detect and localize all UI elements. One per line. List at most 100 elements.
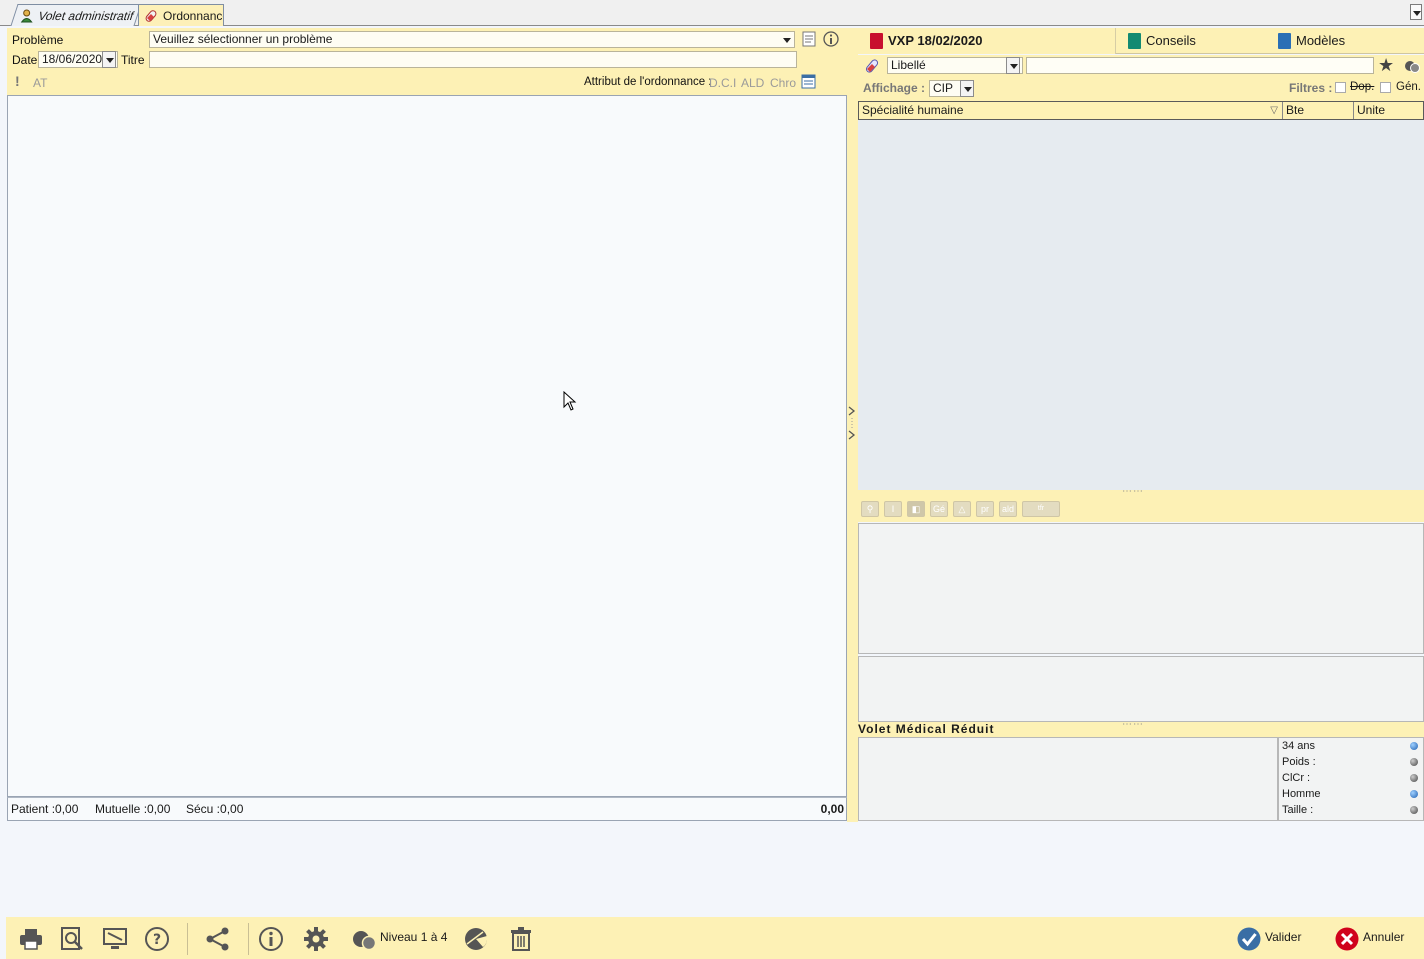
share-icon[interactable] bbox=[205, 926, 231, 952]
results-splitter[interactable]: ⋯⋯ bbox=[858, 486, 1424, 498]
probleme-dropdown-button[interactable] bbox=[780, 32, 794, 47]
pill-icon bbox=[145, 10, 157, 22]
vmr-header: Volet Médical Réduit ⋯⋯ bbox=[858, 719, 1424, 737]
filtre-gen-checkbox[interactable] bbox=[1380, 82, 1391, 93]
bottom-toolbar: ? Niveau 1 à 4 Valider Annuler bbox=[6, 917, 1424, 959]
results-grid-header: Spécialité humaine ▽ Bte Unite bbox=[858, 101, 1424, 120]
probleme-label: Problème bbox=[12, 33, 64, 47]
ordonnance-panel: Problème Veuillez sélectionner un problè… bbox=[7, 28, 847, 822]
patient-total: Patient :0,00 bbox=[11, 802, 79, 816]
patient-taille: Taille : bbox=[1282, 804, 1314, 816]
tab-modeles[interactable]: Modèles bbox=[1266, 28, 1424, 54]
toolbar-separator bbox=[187, 923, 188, 955]
svg-text:?: ? bbox=[153, 932, 161, 948]
niveau-button-label[interactable]: Niveau 1 à 4 bbox=[380, 930, 447, 944]
tab-conseils[interactable]: Conseils bbox=[1116, 28, 1266, 54]
red-book-icon bbox=[870, 33, 883, 49]
favorite-star-icon[interactable]: ★ bbox=[1378, 55, 1394, 76]
affichage-label: Affichage : bbox=[863, 81, 926, 95]
info-icon[interactable] bbox=[258, 926, 284, 952]
collapse-arrows-icon[interactable] bbox=[848, 406, 856, 440]
tab-vxp-label: VXP 18/02/2020 bbox=[888, 33, 983, 48]
status-dot-icon bbox=[1410, 790, 1418, 798]
pills-level-icon[interactable] bbox=[351, 926, 377, 952]
attribut-dci-toggle[interactable]: D.C.I bbox=[709, 76, 736, 90]
patient-info: 34 ans Poids : ClCr : Homme Taille : bbox=[1278, 737, 1424, 821]
filtres-label: Filtres : bbox=[1289, 81, 1333, 95]
tab-conseils-label: Conseils bbox=[1146, 33, 1196, 48]
vmr-title: Volet Médical Réduit bbox=[858, 722, 995, 736]
titre-label: Titre bbox=[121, 53, 145, 67]
column-specialite[interactable]: Spécialité humaine ▽ bbox=[859, 102, 1283, 119]
attribut-label: Attribut de l'ordonnance : bbox=[584, 76, 712, 88]
tab-vxp[interactable]: VXP 18/02/2020 bbox=[858, 28, 1116, 54]
patient-taille-row: Taille : bbox=[1282, 802, 1418, 818]
attribut-ald-toggle[interactable]: ALD bbox=[741, 76, 764, 90]
search-input[interactable] bbox=[1026, 57, 1374, 74]
tab-ordonnance[interactable]: Ordonnance bbox=[138, 4, 224, 26]
pills-bottle-icon[interactable] bbox=[1403, 57, 1421, 75]
trash-icon[interactable] bbox=[508, 926, 534, 952]
affichage-dropdown-button[interactable] bbox=[960, 80, 974, 97]
column-bte[interactable]: Bte bbox=[1283, 102, 1354, 119]
drug-notes-box bbox=[858, 656, 1424, 722]
grip-icon: ⋯⋯ bbox=[1122, 719, 1144, 730]
filtre-dop-checkbox[interactable] bbox=[1335, 82, 1346, 93]
vmr-content bbox=[858, 737, 1278, 821]
generic-icon[interactable]: Gé bbox=[930, 501, 948, 517]
search-mode-dropdown-button[interactable] bbox=[1006, 57, 1020, 74]
date-picker-button[interactable] bbox=[102, 51, 116, 68]
patient-poids: Poids : bbox=[1282, 756, 1316, 768]
info-icon[interactable] bbox=[823, 31, 839, 47]
annuler-close-icon[interactable] bbox=[1334, 926, 1360, 952]
patient-clcr-row: ClCr : bbox=[1282, 770, 1418, 786]
help-icon[interactable]: ? bbox=[144, 926, 170, 952]
screen-icon[interactable] bbox=[102, 926, 128, 952]
at-toggle[interactable]: AT bbox=[33, 76, 47, 90]
tab-volet-administratif-label: Volet administratif bbox=[36, 9, 136, 23]
attribut-settings-icon[interactable] bbox=[801, 74, 816, 89]
tab-ordonnance-label: Ordonnance bbox=[163, 9, 224, 23]
tab-list-dropdown-button[interactable] bbox=[1410, 4, 1422, 20]
toolbar-separator bbox=[248, 923, 249, 955]
annuler-button[interactable]: Annuler bbox=[1363, 930, 1404, 944]
patient-age-row: 34 ans bbox=[1282, 738, 1418, 754]
list-icon[interactable] bbox=[802, 31, 816, 47]
right-tab-bar: VXP 18/02/2020 Conseils Modèles bbox=[858, 28, 1424, 54]
valider-button[interactable]: Valider bbox=[1265, 930, 1301, 944]
valider-check-icon[interactable] bbox=[1236, 926, 1262, 952]
patient-poids-row: Poids : bbox=[1282, 754, 1418, 770]
column-unite[interactable]: Unite bbox=[1354, 102, 1423, 119]
ald-icon[interactable]: ald bbox=[999, 501, 1017, 517]
chevron-down-icon bbox=[964, 87, 972, 92]
tab-volet-administratif[interactable]: Volet administratif bbox=[10, 4, 142, 26]
warning-triangle-icon[interactable]: △ bbox=[953, 501, 971, 517]
chart-circle-icon[interactable] bbox=[463, 926, 489, 952]
column-specialite-label: Spécialité humaine bbox=[862, 103, 964, 117]
tfr-icon[interactable]: tfr bbox=[1022, 501, 1060, 517]
attribut-chro-toggle[interactable]: Chro bbox=[770, 76, 796, 90]
prescription-list[interactable] bbox=[7, 95, 847, 797]
alert-icon[interactable]: ! bbox=[15, 74, 20, 88]
titre-field[interactable] bbox=[149, 51, 797, 68]
user-icon bbox=[20, 9, 33, 23]
tower-icon[interactable]: Ι bbox=[884, 501, 902, 517]
results-grid[interactable] bbox=[858, 120, 1424, 490]
search-mode-select[interactable]: Libellé bbox=[887, 57, 1023, 74]
sort-icon: ▽ bbox=[1270, 105, 1278, 116]
settings-gear-icon[interactable] bbox=[303, 926, 329, 952]
status-dot-icon bbox=[1410, 742, 1418, 750]
patient-sexe-row: Homme bbox=[1282, 786, 1418, 802]
ordonnance-form: Problème Veuillez sélectionner un problè… bbox=[7, 28, 847, 95]
secu-total: Sécu :0,00 bbox=[186, 802, 244, 816]
status-dot-icon bbox=[1410, 758, 1418, 766]
split-icon[interactable]: ◧ bbox=[907, 501, 925, 517]
print-icon[interactable] bbox=[18, 926, 44, 952]
blue-book-icon bbox=[1278, 33, 1291, 49]
fork-knife-icon[interactable]: ⚲ bbox=[861, 501, 879, 517]
probleme-select[interactable]: Veuillez sélectionner un problème bbox=[149, 31, 795, 48]
panel-splitter[interactable] bbox=[847, 28, 858, 822]
pr-icon[interactable]: pr bbox=[976, 501, 994, 517]
drug-info-toolbar: ⚲ Ι ◧ Gé △ pr ald tfr bbox=[858, 498, 1424, 522]
print-preview-icon[interactable] bbox=[59, 926, 85, 952]
